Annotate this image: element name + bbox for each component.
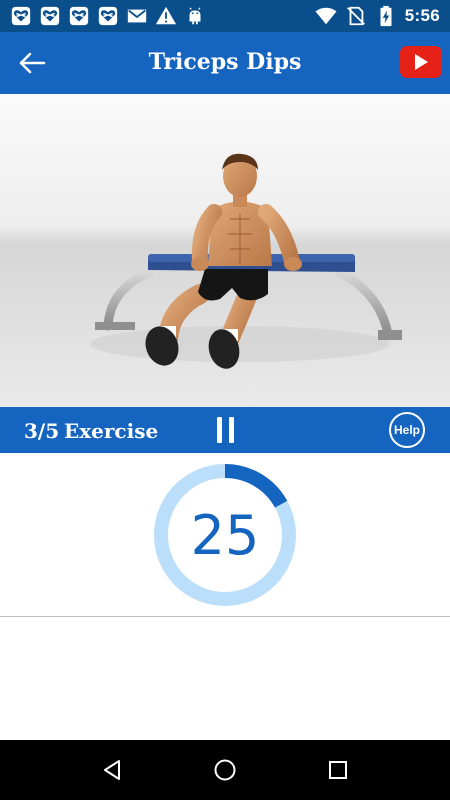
divider — [0, 616, 450, 617]
exercise-label: Exercise — [64, 419, 159, 443]
nav-home-button[interactable] — [205, 750, 245, 790]
status-time: 5:56 — [404, 6, 440, 25]
pause-icon — [228, 417, 234, 443]
exercise-progress: 3/5 — [24, 419, 60, 443]
battery-charging-icon — [375, 5, 397, 27]
back-triangle-icon — [103, 760, 120, 780]
warning-icon — [155, 5, 177, 27]
timer-area: 25 — [0, 453, 450, 616]
exercise-bar: 3/5 Exercise Help — [0, 407, 450, 453]
home-circle-icon — [214, 759, 236, 781]
app-heart-icon — [10, 5, 32, 27]
gmail-icon — [126, 5, 148, 27]
timer-value: 25 — [190, 503, 260, 567]
notification-icons — [10, 5, 206, 27]
system-nav-bar — [0, 740, 450, 800]
app-heart-icon — [68, 5, 90, 27]
system-icons: 5:56 — [315, 5, 440, 27]
android-debug-icon — [184, 5, 206, 27]
triceps-dips-figure — [0, 94, 450, 407]
nav-recents-button[interactable] — [318, 750, 358, 790]
youtube-icon — [415, 54, 428, 70]
back-button[interactable] — [14, 47, 50, 79]
no-sim-icon — [345, 5, 367, 27]
help-button[interactable]: Help — [389, 412, 425, 448]
app-bar: Triceps Dips — [0, 32, 450, 94]
youtube-video-button[interactable] — [400, 46, 442, 78]
arrow-left-icon — [19, 52, 46, 74]
app-heart-icon — [39, 5, 61, 27]
nav-back-button[interactable] — [92, 750, 132, 790]
app-heart-icon — [97, 5, 119, 27]
status-bar: 5:56 — [0, 0, 450, 32]
pause-icon — [216, 417, 222, 443]
page-title: Triceps Dips — [148, 49, 302, 75]
pause-button[interactable] — [210, 415, 240, 445]
wifi-icon — [315, 5, 337, 27]
recents-square-icon — [329, 761, 348, 779]
exercise-illustration — [0, 94, 450, 407]
